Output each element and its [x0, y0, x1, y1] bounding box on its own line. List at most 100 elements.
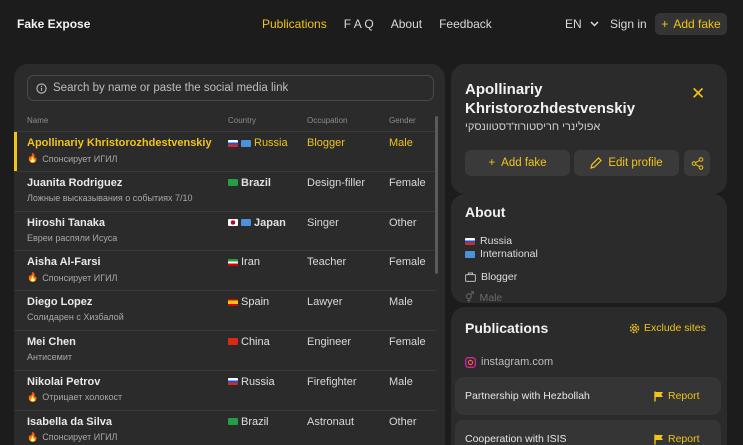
column-occupation[interactable]: Occupation [307, 116, 347, 125]
column-gender[interactable]: Gender [389, 116, 416, 125]
exclude-sites-button[interactable]: Exclude sites [629, 322, 706, 334]
table-row[interactable]: Juanita Rodriguez Ложные высказывания о … [14, 170, 436, 211]
person-gender: Other [389, 415, 417, 428]
tag-text: Евреи распяли Исуса [27, 232, 118, 243]
flag-un-icon [465, 250, 475, 258]
column-country[interactable]: Country [228, 116, 256, 125]
about-country-russia: Russia [465, 235, 512, 247]
app-frame: Fake Expose Publications F A Q About Fee… [0, 0, 743, 445]
flame-icon: 🔥 [27, 391, 39, 402]
person-gender: Female [389, 256, 426, 269]
table-row[interactable]: Mei Chen Антисемит China Engineer Female [14, 329, 436, 370]
person-country: Brazil [228, 416, 269, 428]
exclude-sites-label: Exclude sites [644, 322, 706, 334]
person-occupation: Astronaut [307, 415, 355, 428]
language-value: EN [565, 17, 582, 31]
person-gender: Male [389, 137, 413, 149]
flag-iran-icon [228, 258, 238, 266]
table-row[interactable]: Isabella da Silva 🔥 Спонсирует ИГИЛ Brazi… [14, 409, 436, 445]
table-row[interactable]: Nikolai Petrov 🔥 Отрицает холокост Russia… [14, 369, 436, 410]
close-icon[interactable]: ✕ [691, 84, 705, 104]
top-nav: Fake Expose Publications F A Q About Fee… [0, 0, 743, 48]
person-tag: 🔥 Спонсирует ИГИЛ [27, 432, 117, 443]
flag-japan-icon [228, 219, 238, 227]
flag-russia-icon [465, 237, 475, 245]
profile-add-fake-button[interactable]: + Add fake [465, 150, 570, 176]
person-occupation: Firefighter [307, 375, 357, 388]
country-text: Spain [241, 296, 270, 309]
person-country: China [228, 336, 270, 348]
country-text: Russia [241, 375, 275, 388]
person-name: Hiroshi Tanaka [27, 216, 106, 229]
column-name[interactable]: Name [27, 116, 48, 125]
table-row[interactable]: Hiroshi Tanaka Евреи распяли Исуса Japan… [14, 210, 436, 251]
language-select[interactable]: EN [565, 17, 599, 31]
report-button[interactable]: Report [654, 433, 700, 445]
person-gender: Female [389, 335, 426, 348]
person-tag: Евреи распяли Исуса [27, 233, 117, 243]
add-fake-button[interactable]: + Add fake [655, 13, 727, 35]
table-row[interactable]: Diego Lopez Солидарен с Хизбалой Spain L… [14, 290, 436, 330]
share-button[interactable] [684, 150, 710, 176]
person-tag: Солидарен с Хизбалой [27, 312, 124, 322]
flag-china-icon [228, 338, 238, 346]
flag-brazil-icon [228, 418, 238, 426]
tag-text: Спонсирует ИГИЛ [42, 272, 118, 283]
country-text: China [241, 335, 270, 348]
flame-icon: 🔥 [27, 431, 39, 442]
tag-text: Солидарен с Хизбалой [27, 312, 124, 323]
person-country: Brazil [228, 177, 271, 189]
person-occupation: Singer [307, 216, 339, 229]
pencil-icon [590, 157, 603, 169]
sign-in-link[interactable]: Sign in [610, 17, 647, 31]
country-text: Iran [241, 256, 260, 269]
search-input[interactable] [53, 82, 423, 94]
person-country: Spain [228, 296, 269, 308]
about-occupation-text: Blogger [481, 271, 518, 283]
person-country: Russia [228, 376, 275, 388]
tag-text: Антисемит [27, 351, 72, 362]
gear-icon [629, 323, 640, 333]
flag-icon [654, 391, 663, 401]
tag-text: Ложные высказывания о событиях 7/10 [27, 192, 193, 203]
profile-name: Apollinariy Khristorozhdestvenskiy [465, 81, 636, 117]
publication-title: Partnership with Hezbollah [465, 390, 590, 402]
nav-publications[interactable]: Publications [262, 17, 327, 31]
table-row[interactable]: Apollinariy Khristorozhdestvenskiy 🔥 Спон… [14, 131, 436, 171]
publication-item[interactable]: Partnership with Hezbollah Report [455, 377, 721, 415]
flag-un-icon [241, 139, 251, 147]
edit-profile-label: Edit profile [608, 157, 663, 169]
person-gender: Female [389, 176, 426, 189]
publications-card: Publications Exclude sites instagram.com… [451, 307, 727, 445]
person-tag: 🔥 Спонсирует ИГИЛ [27, 272, 117, 283]
person-tag: Ложные высказывания о событиях 7/10 [27, 193, 193, 203]
person-name: Nikolai Petrov [27, 375, 101, 388]
person-country: Russia [228, 137, 288, 149]
publication-item[interactable]: Cooperation with ISIS Report [455, 420, 721, 445]
table-row[interactable]: Aisha Al-Farsi 🔥 Спонсирует ИГИЛ Iran Tea… [14, 250, 436, 290]
nav-feedback[interactable]: Feedback [439, 17, 492, 31]
flag-un-icon [241, 219, 251, 227]
about-country-international: International [465, 248, 538, 260]
country-text: Japan [254, 216, 286, 229]
nav-about[interactable]: About [391, 17, 422, 31]
search-box[interactable] [27, 75, 434, 101]
source-site: instagram.com [465, 356, 553, 368]
flag-brazil-icon [228, 179, 238, 187]
report-button[interactable]: Report [654, 390, 700, 402]
edit-profile-button[interactable]: Edit profile [574, 150, 679, 176]
add-fake-label: Add fake [501, 157, 547, 169]
person-name: Diego Lopez [27, 296, 93, 309]
plus-icon: + [661, 17, 669, 31]
chevron-down-icon [590, 21, 599, 27]
profile-card: Apollinariy Khristorozhdestvenskiy אפולי… [451, 64, 727, 194]
main-menu: Publications F A Q About Feedback [262, 17, 492, 31]
list-scrollbar[interactable] [435, 116, 438, 274]
gender-icon: ⚥ [465, 292, 475, 303]
tag-text: Спонсирует ИГИЛ [42, 153, 118, 164]
person-tag: Антисемит [27, 352, 72, 362]
logo[interactable]: Fake Expose [17, 17, 90, 31]
country-text: Russia [254, 137, 288, 149]
about-card: About Russia International Blogger ⚥ Mal… [451, 194, 727, 303]
nav-faq[interactable]: F A Q [344, 17, 374, 31]
